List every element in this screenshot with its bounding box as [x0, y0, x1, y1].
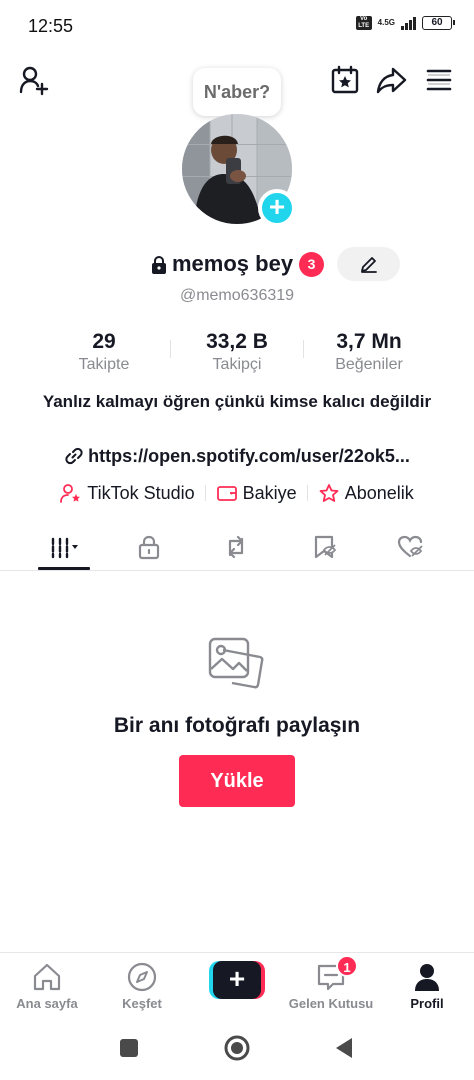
recents-square-icon[interactable] [119, 1038, 139, 1058]
share-button[interactable] [373, 62, 409, 98]
profile-link[interactable]: https://open.spotify.com/user/22ok5... [0, 446, 474, 467]
stat-value: 33,2 B [206, 330, 268, 353]
battery-icon: 60 [422, 16, 455, 30]
add-story-button[interactable]: + [258, 189, 296, 227]
tab-private[interactable] [119, 525, 179, 569]
stat-following[interactable]: 29 Takipte [44, 330, 164, 374]
stat-label: Beğeniler [335, 356, 403, 373]
lock-icon [152, 256, 166, 274]
content-tabs [0, 525, 474, 571]
tiktok-studio-label: TikTok Studio [87, 482, 195, 503]
profile-handle: @memo636319 [179, 287, 295, 304]
calendar-star-button[interactable] [327, 62, 363, 98]
share-arrow-icon [376, 67, 407, 94]
balance-link[interactable]: Bakiye [216, 483, 297, 504]
bookmark-hidden-icon [314, 535, 337, 559]
heart-hidden-icon [397, 535, 423, 558]
nav-profile[interactable]: Profil [380, 961, 474, 1011]
divider [306, 485, 308, 501]
subscription-star-icon [319, 484, 339, 502]
back-triangle-icon[interactable] [334, 1037, 354, 1059]
empty-state-title: Bir anı fotoğrafı paylaşın [113, 714, 361, 737]
tab-favorites[interactable] [294, 525, 354, 569]
nav-discover[interactable]: Keşfet [95, 961, 189, 1011]
profile-stats: 29 Takipte 33,2 B Takipçi 3,7 Mn Beğenil… [0, 330, 474, 378]
stat-label: Takipte [78, 356, 130, 373]
notification-badge: 3 [299, 252, 324, 277]
stat-label: Takipçi [212, 356, 262, 373]
subscription-label: Abonelik [344, 482, 414, 503]
nav-inbox[interactable]: 1 Gelen Kutusu [284, 955, 378, 1011]
stat-likes[interactable]: 3,7 Mn Beğeniler [309, 330, 429, 374]
plus-icon: + [213, 961, 261, 999]
add-friend-button[interactable] [16, 62, 52, 98]
nav-home[interactable]: Ana sayfa [0, 961, 94, 1011]
home-icon [33, 963, 61, 991]
profile-username: memoş bey [172, 251, 294, 276]
tiktok-studio-link[interactable]: TikTok Studio [60, 482, 195, 504]
pencil-icon [360, 257, 377, 273]
profile-person-icon [415, 964, 439, 991]
edit-profile-button[interactable] [337, 247, 400, 281]
nav-inbox-label: Gelen Kutusu [288, 996, 374, 1011]
wallet-icon [216, 486, 237, 501]
stat-divider [170, 340, 171, 358]
bottom-nav: Ana sayfa Keşfet + 1 Gelen Kutusu Profil [0, 952, 474, 1018]
stat-followers[interactable]: 33,2 B Takipçi [177, 330, 297, 374]
tab-liked[interactable] [380, 525, 440, 569]
divider [204, 485, 206, 501]
profile-bio: Yanlız kalmayı öğren çünkü kimse kalıcı … [42, 392, 432, 411]
tab-videos[interactable] [34, 525, 94, 569]
subscription-link[interactable]: Abonelik [318, 483, 414, 504]
network-type: 4.5G [377, 18, 395, 27]
hamburger-menu-icon [426, 69, 452, 91]
tab-reposts[interactable] [206, 525, 266, 569]
menu-button[interactable] [421, 62, 457, 98]
volte-icon: Vo LTE [355, 16, 372, 30]
lock-tab-icon [138, 535, 160, 560]
nav-home-label: Ana sayfa [16, 996, 78, 1011]
link-icon [65, 447, 83, 465]
repost-icon [228, 535, 244, 559]
home-circle-icon[interactable] [224, 1035, 250, 1061]
status-time: 12:55 [28, 16, 74, 36]
balance-label: Bakiye [242, 482, 297, 503]
grid-dropdown-icon [51, 537, 78, 559]
active-tab-indicator [38, 567, 90, 570]
nav-profile-label: Profil [410, 996, 444, 1011]
quick-links: TikTok Studio Bakiye Abonelik [0, 480, 474, 506]
status-bubble[interactable]: N'aber? [193, 68, 281, 116]
add-user-icon [19, 66, 49, 96]
inbox-badge: 1 [336, 955, 358, 977]
profile-link-text: https://open.spotify.com/user/22ok5... [88, 446, 410, 466]
status-icons: Vo LTE 4.5G 60 [355, 16, 455, 30]
nav-discover-label: Keşfet [122, 996, 162, 1011]
system-nav-bar [0, 1018, 474, 1080]
calendar-star-icon [331, 65, 359, 94]
studio-person-star-icon [60, 484, 81, 503]
photo-stack-icon [208, 637, 264, 689]
create-button[interactable]: + [209, 961, 265, 999]
upload-button[interactable]: Yükle [179, 755, 295, 807]
name-row: memoş bey 3 [0, 247, 474, 283]
stat-value: 29 [92, 330, 116, 353]
compass-icon [127, 962, 157, 992]
status-bar: 12:55 Vo LTE 4.5G 60 [0, 0, 474, 52]
signal-icon [401, 16, 416, 30]
stat-divider [303, 340, 304, 358]
stat-value: 3,7 Mn [336, 330, 402, 353]
